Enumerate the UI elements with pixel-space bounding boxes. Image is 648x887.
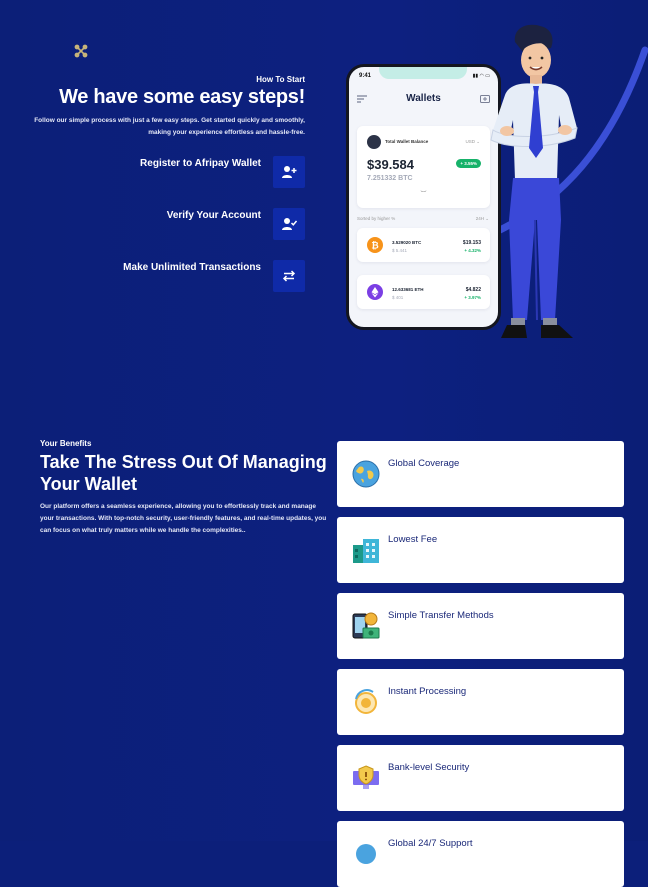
coin-price: $4.822: [465, 287, 481, 293]
coin-row-btc[interactable]: ₿ 3.529020 BTC $ 5.441 $19.153 + 4.32%: [357, 228, 490, 262]
benefits-eyebrow: Your Benefits: [40, 439, 92, 448]
step-label: Make Unlimited Transactions: [123, 262, 261, 273]
phone-time: 9:41: [359, 73, 372, 79]
benefit-label: Global Coverage: [388, 458, 460, 469]
step-verify: Verify Your Account: [167, 208, 305, 240]
coin-quantity: 3.529020 BTC: [392, 240, 422, 245]
phone-mockup: 9:41 ▮▮ ◠ ▭ Wallets Total Wallet Balance…: [346, 64, 501, 330]
ethereum-icon: [367, 284, 383, 300]
sort-label: Sorted by higher %: [357, 216, 396, 221]
benefit-label: Simple Transfer Methods: [388, 610, 494, 621]
benefits-title: Take The Stress Out Of Managing Your Wal…: [40, 452, 327, 494]
coin-price: $19.153: [462, 240, 481, 246]
benefit-label: Lowest Fee: [388, 534, 438, 545]
step-label: Register to Afripay Wallet: [140, 158, 261, 169]
benefits-description: Our platform offers a seamless experienc…: [40, 503, 327, 534]
phone-notch: [379, 67, 467, 79]
svg-text:₿: ₿: [371, 241, 378, 252]
step-transactions: Make Unlimited Transactions: [123, 260, 305, 292]
benefit-card-support[interactable]: Global 24/7 Support: [337, 821, 624, 887]
benefit-label: Global 24/7 Support: [388, 838, 473, 849]
globe-icon: [352, 460, 380, 488]
support-icon: [356, 844, 376, 864]
step-verify-button[interactable]: [273, 208, 305, 240]
benefit-card-global-coverage[interactable]: Global Coverage: [337, 441, 624, 507]
balance-card: Total Wallet Balance USD ⌄ $39.584 + 3.5…: [357, 126, 490, 208]
chevron-down-icon[interactable]: ︶: [357, 189, 490, 198]
step-label: Verify Your Account: [166, 210, 261, 221]
user-check-icon: [282, 218, 297, 230]
businessman-illustration: [490, 24, 578, 338]
transfer-arrows-icon: [282, 270, 296, 282]
phone-money-icon: [352, 612, 380, 639]
balance-change-badge: + 3.55%: [456, 159, 481, 168]
balance-btc: 7.251332 BTC: [367, 175, 413, 182]
building-fee-icon: [353, 539, 379, 563]
benefit-card-lowest-fee[interactable]: Lowest Fee: [337, 517, 624, 583]
benefit-card-bank-security[interactable]: Bank-level Security: [337, 745, 624, 811]
benefit-card-instant-processing[interactable]: Instant Processing: [337, 669, 624, 735]
coin-usd: $ 401: [392, 295, 404, 300]
wallet-icon: [367, 135, 381, 149]
coin-clock-icon: [355, 689, 377, 714]
coin-usd: $ 5.441: [392, 248, 408, 253]
hero-description: Follow our simple process with just a fe…: [34, 117, 305, 136]
benefit-label: Instant Processing: [388, 686, 467, 697]
step-register-button[interactable]: [273, 156, 305, 188]
benefit-card-simple-transfer[interactable]: Simple Transfer Methods: [337, 593, 624, 659]
add-user-icon: [282, 166, 297, 178]
bitcoin-icon: ₿: [367, 237, 383, 253]
step-register: Register to Afripay Wallet: [140, 156, 305, 188]
hero-title: We have some easy steps!: [59, 86, 305, 108]
coin-row-eth[interactable]: 12.633681 ETH $ 401 $4.822 + 3.97%: [357, 275, 490, 309]
phone-title: Wallets: [406, 93, 441, 104]
coin-quantity: 12.633681 ETH: [392, 287, 424, 292]
shield-monitor-icon: [353, 765, 379, 789]
logo-icon: [74, 44, 88, 58]
step-transactions-button[interactable]: [273, 260, 305, 292]
hero-eyebrow: How To Start: [256, 75, 305, 84]
benefit-label: Bank-level Security: [388, 762, 470, 773]
balance-label: Total Wallet Balance: [385, 139, 429, 144]
coin-change: + 3.97%: [464, 295, 481, 300]
currency-select[interactable]: USD ⌄: [465, 139, 480, 145]
balance-amount: $39.584: [367, 157, 414, 172]
coin-change: + 4.32%: [464, 248, 481, 253]
